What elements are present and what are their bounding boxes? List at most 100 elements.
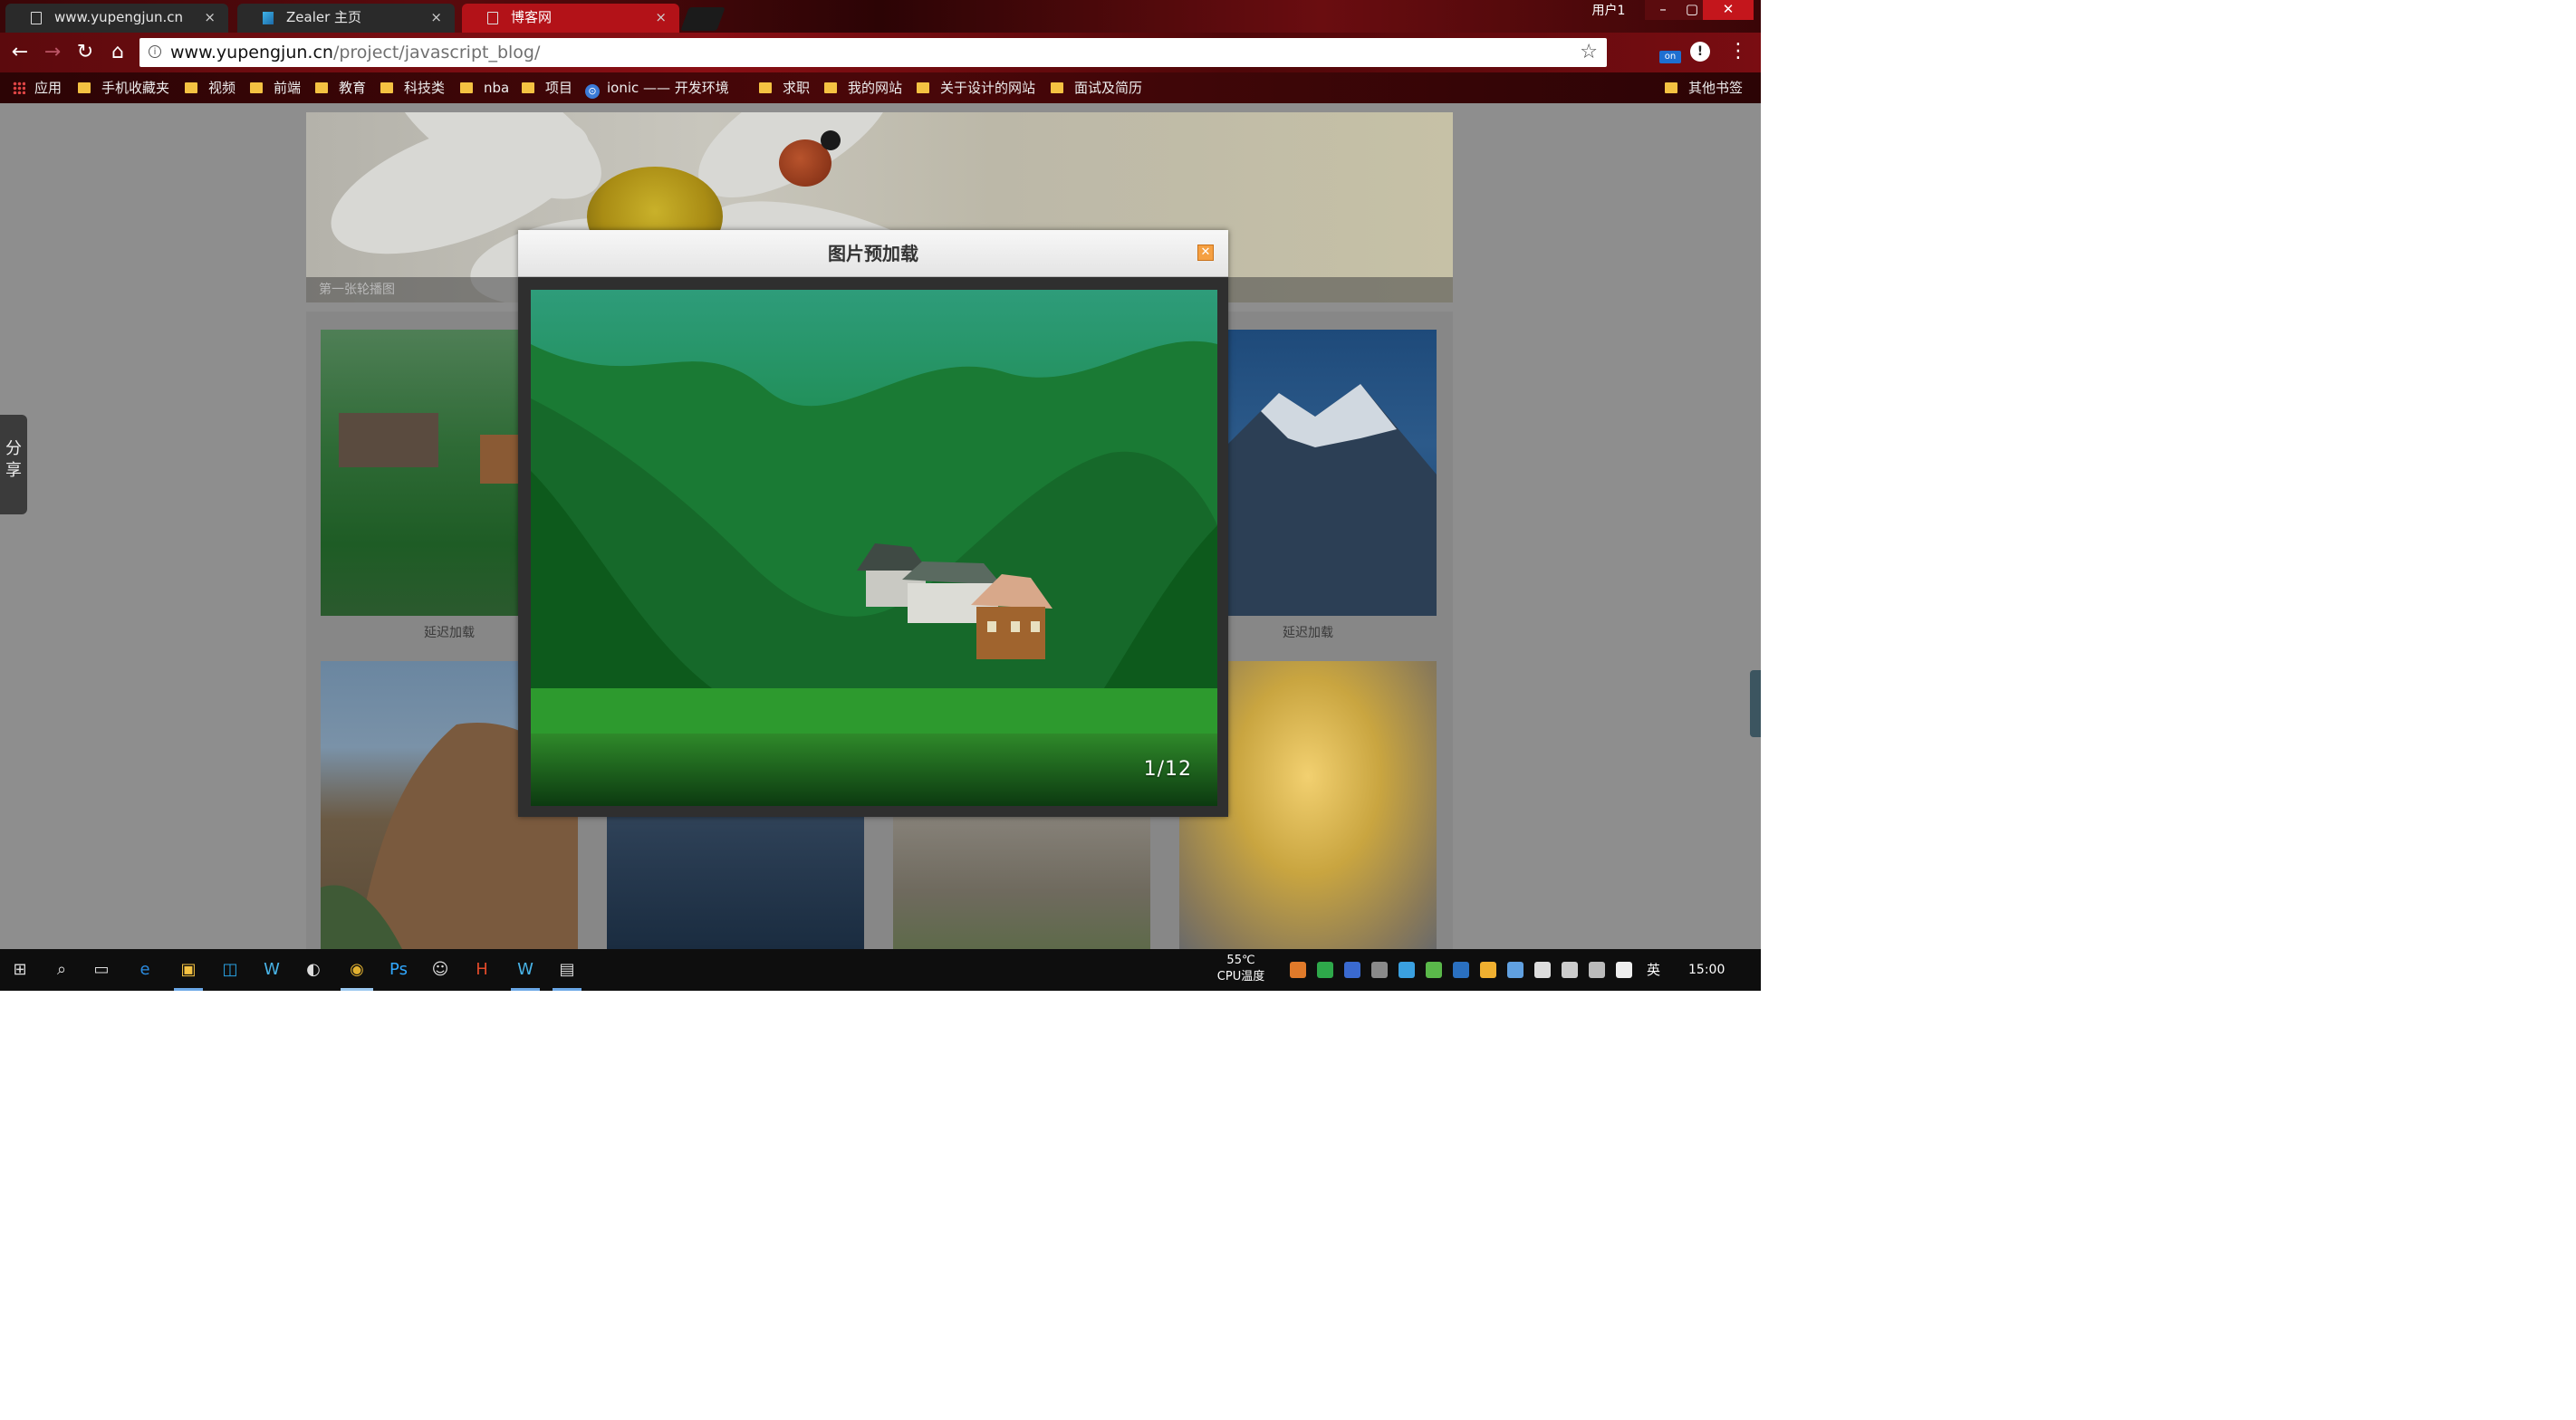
- photoshop-icon[interactable]: Ps: [386, 957, 411, 983]
- bookmark-item[interactable]: 项目: [522, 72, 572, 103]
- bookmarks-bar: 应用 手机收藏夹 视频 前端 教育 科技类 nba 项目 ⊙ ionic —— 开…: [0, 72, 1761, 103]
- bookmark-item[interactable]: nba: [460, 72, 509, 103]
- bookmark-item[interactable]: 视频: [185, 72, 235, 103]
- bookmark-label: nba: [484, 80, 510, 96]
- page-icon: [487, 12, 498, 24]
- house: [339, 413, 438, 467]
- modal-title: 图片预加载: [828, 243, 918, 264]
- tab-blog[interactable]: 博客网 ×: [462, 4, 679, 33]
- tray-app-icon[interactable]: [1426, 962, 1442, 978]
- cpu-temp-label: CPU温度: [1216, 970, 1265, 983]
- store-icon[interactable]: ◫: [217, 957, 243, 983]
- cpu-temp-value: 55℃: [1226, 954, 1255, 967]
- bookmark-item[interactable]: 求职: [759, 72, 810, 103]
- tray-app-icon[interactable]: [1453, 962, 1469, 978]
- bookmark-item[interactable]: 手机收藏夹: [78, 72, 169, 103]
- bookmark-star-icon[interactable]: ☆: [1580, 38, 1598, 67]
- bookmark-label: 关于设计的网站: [940, 80, 1036, 96]
- side-handle[interactable]: [1750, 670, 1761, 737]
- folder-icon: [380, 82, 393, 93]
- tray-app-icon[interactable]: [1371, 962, 1388, 978]
- page-icon: [31, 12, 42, 24]
- folder-icon: [824, 82, 837, 93]
- close-icon[interactable]: ✕: [1197, 245, 1214, 261]
- edge-icon[interactable]: e: [132, 957, 158, 983]
- tray-app-icon[interactable]: [1507, 962, 1523, 978]
- wifi-icon[interactable]: [1562, 962, 1578, 978]
- back-icon[interactable]: ←: [7, 40, 33, 65]
- folder-icon: [250, 82, 263, 93]
- bookmark-label: 手机收藏夹: [101, 80, 170, 96]
- new-tab-button[interactable]: [680, 7, 726, 31]
- tray-app-icon[interactable]: [1480, 962, 1496, 978]
- qq-icon[interactable]: ☺: [428, 957, 453, 983]
- tray-app-icon[interactable]: [1290, 962, 1306, 978]
- bookmark-item[interactable]: 科技类: [380, 72, 445, 103]
- chrome-icon[interactable]: ◉: [344, 957, 370, 983]
- start-windows-icon[interactable]: ⊞: [7, 957, 33, 983]
- ladybug-head: [821, 130, 841, 150]
- bookmark-label: 其他书签: [1688, 80, 1744, 96]
- cpu-temperature: 55℃ CPU温度: [1214, 953, 1268, 985]
- file-explorer-icon[interactable]: ▣: [176, 957, 201, 983]
- webstorm-icon-2[interactable]: W: [513, 957, 538, 983]
- hbuilder-icon[interactable]: H: [469, 957, 495, 983]
- running-indicator: [553, 988, 582, 991]
- tab-close-icon[interactable]: ×: [430, 4, 442, 31]
- folder-icon: [185, 82, 197, 93]
- bookmark-label: 项目: [545, 80, 573, 96]
- tab-close-icon[interactable]: ×: [204, 4, 216, 31]
- share-sidebar-tab[interactable]: 分享: [0, 415, 27, 514]
- tray-app-icon[interactable]: [1317, 962, 1333, 978]
- webstorm-icon[interactable]: W: [259, 957, 284, 983]
- bookmark-label: 我的网站: [848, 80, 903, 96]
- menu-icon[interactable]: ⋮: [1728, 40, 1748, 63]
- tab-yupengjun[interactable]: www.yupengjun.cn ×: [5, 4, 228, 33]
- landscape-picture: [531, 290, 1217, 806]
- tab-title: 博客网: [511, 9, 553, 25]
- folder-icon: [315, 82, 328, 93]
- home-icon[interactable]: ⌂: [105, 40, 130, 65]
- volume-icon[interactable]: [1589, 962, 1605, 978]
- tab-close-icon[interactable]: ×: [655, 4, 667, 31]
- bookmark-item[interactable]: ⊙ ionic —— 开发环境: [585, 72, 729, 103]
- bookmark-label: 求职: [783, 80, 811, 96]
- ionic-icon: ⊙: [585, 84, 600, 99]
- info-icon[interactable]: i: [149, 45, 161, 58]
- app-icon[interactable]: ◐: [301, 957, 326, 983]
- close-window-button[interactable]: ✕: [1703, 0, 1754, 20]
- extension-icon[interactable]: !: [1690, 42, 1710, 62]
- tray-app-icon[interactable]: [1399, 962, 1415, 978]
- reload-icon[interactable]: ↻: [72, 40, 98, 65]
- profile-button[interactable]: 用户1: [1583, 0, 1634, 22]
- bookmark-label: 应用: [34, 80, 62, 96]
- task-view-icon[interactable]: ▭: [89, 957, 114, 983]
- address-bar[interactable]: i www.yupengjun.cn/project/javascript_bl…: [139, 38, 1607, 67]
- bookmark-item[interactable]: 我的网站: [824, 72, 902, 103]
- battery-icon[interactable]: [1534, 962, 1551, 978]
- image-counter: 1/12: [1143, 758, 1192, 781]
- extension-badge[interactable]: on: [1659, 51, 1681, 63]
- tab-zealer[interactable]: Zealer 主页 ×: [237, 4, 455, 33]
- bookmark-item[interactable]: 关于设计的网站: [917, 72, 1035, 103]
- bookmark-other[interactable]: 其他书签: [1665, 72, 1743, 103]
- clock[interactable]: 15:00: [1688, 949, 1725, 991]
- url-text: www.yupengjun.cn/project/javascript_blog…: [170, 38, 540, 67]
- bookmark-item[interactable]: 前端: [250, 72, 301, 103]
- bookmark-item[interactable]: 教育: [315, 72, 366, 103]
- calculator-icon[interactable]: ▤: [554, 957, 580, 983]
- folder-icon: [522, 82, 534, 93]
- input-method-indicator[interactable]: 英: [1647, 949, 1660, 991]
- notification-icon[interactable]: [1616, 962, 1632, 978]
- tab-strip: www.yupengjun.cn × Zealer 主页 × 博客网 × 用户1…: [0, 0, 1761, 33]
- bluetooth-icon[interactable]: [1344, 962, 1360, 978]
- search-icon[interactable]: ⌕: [49, 957, 74, 983]
- bookmark-apps[interactable]: 应用: [13, 72, 62, 103]
- preview-image[interactable]: 1/12: [531, 290, 1217, 806]
- forward-icon[interactable]: →: [40, 40, 65, 65]
- bookmark-item[interactable]: 面试及简历: [1051, 72, 1142, 103]
- folder-icon: [460, 82, 473, 93]
- bookmark-label: 面试及简历: [1074, 80, 1143, 96]
- folder-icon: [1051, 82, 1063, 93]
- running-indicator: [174, 988, 203, 991]
